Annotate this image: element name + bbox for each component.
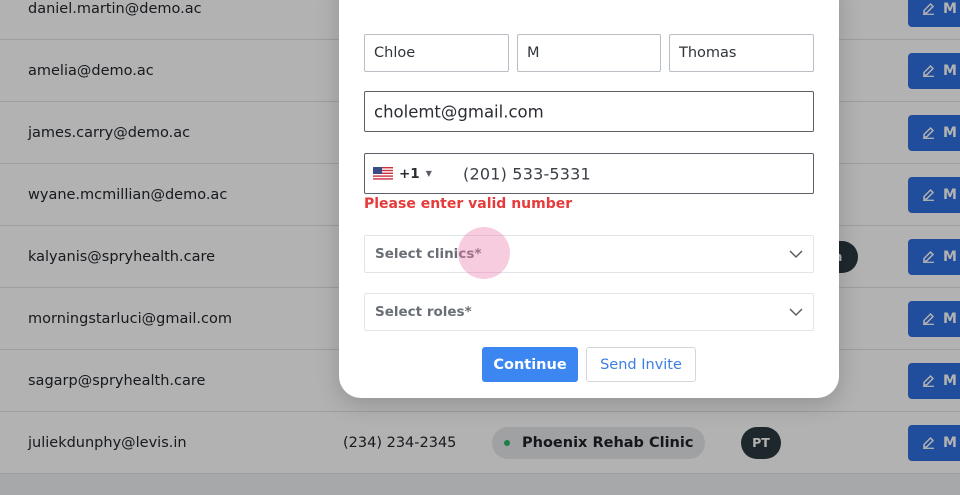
clinics-select[interactable]: Select clinics* bbox=[364, 235, 814, 273]
chevron-down-icon bbox=[789, 250, 803, 259]
us-flag-icon bbox=[373, 167, 393, 180]
continue-button[interactable]: Continue bbox=[482, 347, 578, 382]
email-field[interactable]: cholemt@gmail.com bbox=[364, 91, 814, 132]
invite-user-modal: Chloe M Thomas cholemt@gmail.com +1 ▼ (2… bbox=[339, 0, 839, 398]
middle-name-field[interactable]: M bbox=[517, 34, 661, 72]
phone-number-input[interactable]: (201) 533-5331 bbox=[463, 164, 591, 183]
roles-select[interactable]: Select roles* bbox=[364, 293, 814, 331]
send-invite-button[interactable]: Send Invite bbox=[586, 347, 696, 382]
chevron-down-icon bbox=[789, 308, 803, 317]
first-name-field[interactable]: Chloe bbox=[364, 34, 509, 72]
caret-down-icon: ▼ bbox=[425, 169, 432, 178]
last-name-field[interactable]: Thomas bbox=[669, 34, 814, 72]
phone-error-message: Please enter valid number bbox=[364, 196, 573, 212]
cursor-indicator bbox=[458, 227, 510, 279]
phone-field[interactable]: +1 ▼ (201) 533-5331 bbox=[364, 153, 814, 194]
country-code-select[interactable]: +1 ▼ bbox=[373, 166, 432, 182]
